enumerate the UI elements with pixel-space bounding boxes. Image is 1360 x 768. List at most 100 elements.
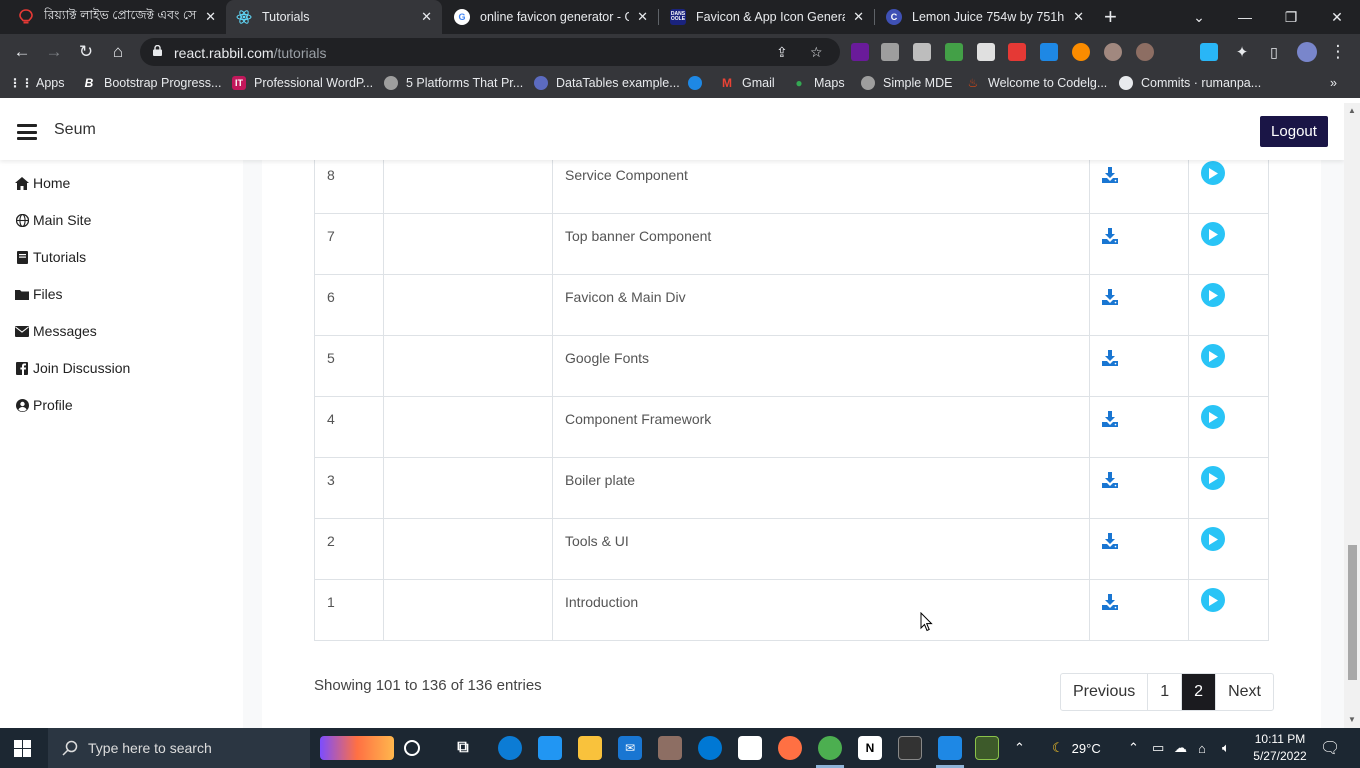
volume-icon[interactable]: 🔈︎ <box>1222 728 1230 768</box>
download-icon[interactable] <box>1102 167 1118 183</box>
extension-icon[interactable] <box>1040 43 1058 61</box>
download-icon[interactable] <box>1102 472 1118 488</box>
taskbar-search[interactable]: Type here to search <box>48 728 310 768</box>
sidebar-item-tutorials[interactable]: Tutorials <box>15 249 86 265</box>
avatar[interactable] <box>1297 42 1317 62</box>
download-icon[interactable] <box>1102 289 1118 305</box>
play-icon[interactable] <box>1201 405 1225 429</box>
notifications-icon[interactable]: 🗨︎ <box>1320 728 1340 768</box>
notion-icon[interactable]: N <box>858 736 882 760</box>
search-highlight-icon[interactable] <box>320 736 394 760</box>
tab-app-icon-generator[interactable]: DANS OOLE Favicon & App Icon Generat ✕ <box>660 0 874 34</box>
bookmark-github[interactable]: Commits · rumanpa... <box>1119 76 1261 90</box>
onedrive-icon[interactable] <box>698 736 722 760</box>
play-icon[interactable] <box>1201 588 1225 612</box>
task-view-icon[interactable]: ⧉ <box>451 736 475 760</box>
bookmark-gmail[interactable]: M Gmail <box>720 76 775 90</box>
sidebar-item-join-discussion[interactable]: Join Discussion <box>15 360 130 376</box>
play-icon[interactable] <box>1201 527 1225 551</box>
cookie-icon[interactable] <box>1104 43 1122 61</box>
page-scrollbar[interactable]: ▲ ▼ <box>1344 103 1360 728</box>
sidebar-item-messages[interactable]: Messages <box>15 323 97 339</box>
tab-bangla-project[interactable]: রিয়্যাক্ট লাইভ প্রোজেক্ট এবং সে ✕ <box>8 0 226 34</box>
extension-icon[interactable] <box>1072 43 1090 61</box>
store-icon[interactable] <box>538 736 562 760</box>
download-icon[interactable] <box>1102 350 1118 366</box>
terminal-icon[interactable] <box>898 736 922 760</box>
tab-lemon-juice[interactable]: C Lemon Juice 754w by 751h - ✕ <box>876 0 1094 34</box>
tray-overflow-icon[interactable]: ⌃ <box>1014 728 1025 768</box>
bookmark-datatables[interactable]: DataTables example... <box>534 76 680 90</box>
extension-icon[interactable] <box>851 43 869 61</box>
close-icon[interactable]: ✕ <box>1073 9 1084 25</box>
download-icon[interactable] <box>1102 533 1118 549</box>
close-window-button[interactable]: ✕ <box>1314 0 1360 34</box>
pagination-previous-button[interactable]: Previous <box>1061 674 1149 710</box>
scrollbar-thumb[interactable] <box>1348 545 1357 680</box>
app-icon[interactable] <box>975 736 999 760</box>
download-icon[interactable] <box>1102 228 1118 244</box>
cortana-icon[interactable] <box>404 740 420 756</box>
minimize-button[interactable]: — <box>1222 0 1268 34</box>
mail-icon[interactable]: ✉ <box>618 736 642 760</box>
bookmark-maps[interactable]: ● Maps <box>792 76 844 90</box>
show-hidden-icons-icon[interactable]: ⌃ <box>1128 728 1139 768</box>
bookmark-simplemde[interactable]: Simple MDE <box>861 76 952 90</box>
new-tab-button[interactable]: + <box>1104 4 1117 30</box>
extension-icon[interactable] <box>1200 43 1218 61</box>
bookmark-wordpress[interactable]: IT Professional WordP... <box>232 76 373 90</box>
bookmark-platforms[interactable]: 5 Platforms That Pr... <box>384 76 523 90</box>
bookmark-react[interactable] <box>688 76 710 90</box>
app-icon[interactable] <box>658 736 682 760</box>
system-clock[interactable]: 10:11 PM 5/27/2022 <box>1250 731 1310 765</box>
cloud-icon[interactable]: ☁ <box>1174 728 1187 768</box>
chrome-icon[interactable] <box>818 736 842 760</box>
network-icon[interactable]: ⌂ <box>1198 728 1206 768</box>
download-icon[interactable] <box>1102 411 1118 427</box>
tab-favicon-generator[interactable]: G online favicon generator - G ✕ <box>444 0 658 34</box>
reload-icon[interactable]: ↻ <box>75 41 97 63</box>
close-icon[interactable]: ✕ <box>421 9 432 25</box>
file-explorer-icon[interactable] <box>578 736 602 760</box>
play-icon[interactable] <box>1201 161 1225 185</box>
restore-button[interactable]: ❐ <box>1268 0 1314 34</box>
edge-icon[interactable] <box>498 736 522 760</box>
weather-widget[interactable]: ☾ 29°C <box>1052 728 1101 768</box>
sidebar-item-profile[interactable]: Profile <box>15 397 73 413</box>
play-icon[interactable] <box>1201 344 1225 368</box>
star-icon[interactable]: ☆ <box>810 44 823 61</box>
vscode-icon[interactable] <box>938 736 962 760</box>
tab-search-chevron-icon[interactable]: ⌄ <box>1176 0 1222 34</box>
pagination-page-2[interactable]: 2 <box>1182 674 1217 710</box>
puzzle-icon[interactable]: ✦ <box>1231 41 1253 63</box>
firefox-icon[interactable] <box>778 736 802 760</box>
bookmarks-overflow-icon[interactable]: » <box>1330 76 1337 90</box>
back-arrow-icon[interactable]: ← <box>11 41 33 63</box>
side-panel-icon[interactable]: ▯ <box>1263 41 1285 63</box>
snipping-tool-icon[interactable] <box>738 736 762 760</box>
close-icon[interactable]: ✕ <box>637 9 648 25</box>
menu-kebab-icon[interactable]: ⋮ <box>1327 41 1349 63</box>
pagination-page-1[interactable]: 1 <box>1148 674 1183 710</box>
cookie-icon[interactable] <box>1136 43 1154 61</box>
logout-button[interactable]: Logout <box>1260 116 1328 147</box>
forward-arrow-icon[interactable]: → <box>43 41 65 63</box>
extension-search-icon[interactable] <box>881 43 899 61</box>
sidebar-item-main-site[interactable]: Main Site <box>15 212 91 228</box>
extension-icon[interactable] <box>913 43 931 61</box>
bookmark-codeigniter[interactable]: ♨ Welcome to Codelg... <box>966 76 1108 90</box>
share-icon[interactable]: ⇪ <box>776 44 788 61</box>
play-icon[interactable] <box>1201 283 1225 307</box>
download-icon[interactable] <box>1102 594 1118 610</box>
hamburger-menu-icon[interactable] <box>17 124 37 140</box>
sidebar-item-home[interactable]: Home <box>15 175 70 191</box>
extension-icon[interactable] <box>945 43 963 61</box>
play-icon[interactable] <box>1201 466 1225 490</box>
close-icon[interactable]: ✕ <box>853 9 864 25</box>
extension-new-icon[interactable] <box>1008 43 1026 61</box>
tab-tutorials[interactable]: Tutorials ✕ <box>226 0 442 34</box>
sidebar-item-files[interactable]: Files <box>15 286 63 302</box>
play-icon[interactable] <box>1201 222 1225 246</box>
bookmark-bootstrap[interactable]: B Bootstrap Progress... <box>82 76 222 90</box>
bookmark-apps[interactable]: ⋮⋮ Apps <box>9 76 65 90</box>
